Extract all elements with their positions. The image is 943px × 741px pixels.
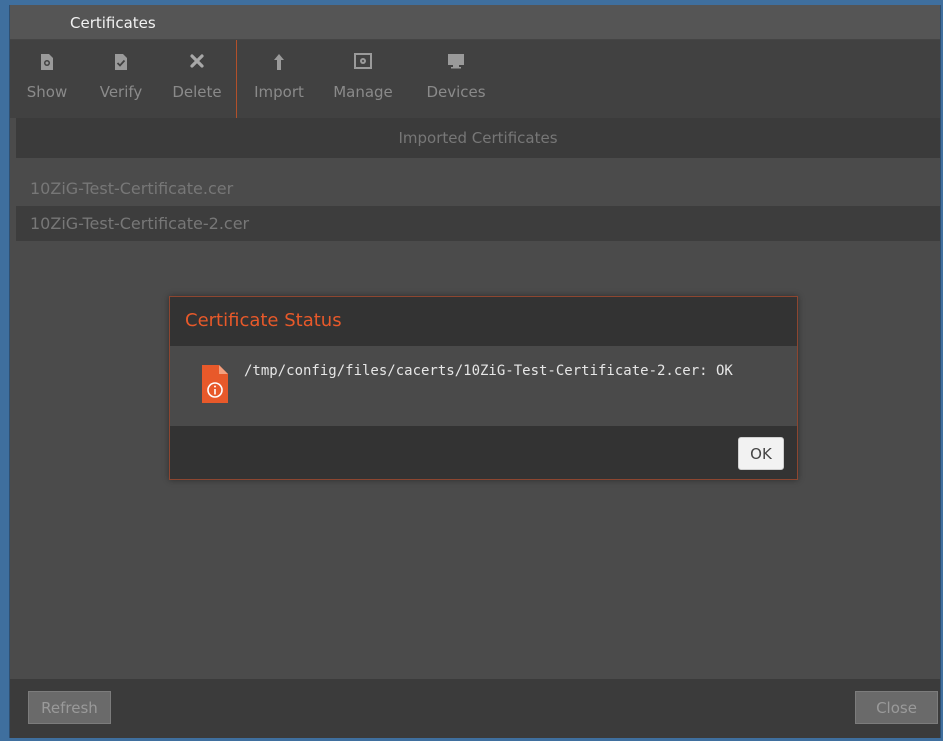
dialog-footer bbox=[170, 426, 797, 479]
import-label: Import bbox=[254, 83, 304, 101]
toolbar: Show Verify Delete Import Manage Devices bbox=[10, 40, 940, 118]
manage-button[interactable]: Manage bbox=[326, 40, 400, 118]
dialog-header: Certificate Status bbox=[170, 297, 797, 346]
certificates-window: Certificates Show Verify Delete Import M… bbox=[9, 5, 941, 738]
manage-label: Manage bbox=[333, 83, 393, 101]
show-label: Show bbox=[26, 83, 68, 101]
arrow-up-icon bbox=[273, 53, 285, 75]
monitor-icon bbox=[447, 53, 465, 73]
refresh-button[interactable]: Refresh bbox=[28, 691, 111, 724]
info-file-icon bbox=[201, 364, 229, 409]
verify-label: Verify bbox=[99, 83, 143, 101]
import-button[interactable]: Import bbox=[250, 40, 308, 118]
devices-button[interactable]: Devices bbox=[420, 40, 492, 118]
title-bar: Certificates bbox=[10, 5, 940, 40]
verify-certificate-icon bbox=[114, 53, 128, 75]
verify-button[interactable]: Verify bbox=[95, 40, 147, 118]
certificate-status-dialog: Certificate Status /tmp/config/files/cac… bbox=[169, 296, 798, 480]
list-item[interactable]: 10ZiG-Test-Certificate-2.cer bbox=[16, 206, 940, 241]
show-certificate-icon bbox=[40, 53, 54, 75]
devices-label: Devices bbox=[426, 83, 486, 101]
list-header: Imported Certificates bbox=[16, 118, 940, 158]
show-button[interactable]: Show bbox=[22, 40, 72, 118]
ok-button[interactable]: OK bbox=[738, 437, 784, 470]
toolbar-separator bbox=[236, 40, 237, 118]
close-icon bbox=[189, 53, 205, 73]
manage-icon bbox=[354, 53, 372, 73]
delete-label: Delete bbox=[172, 83, 222, 101]
close-button[interactable]: Close bbox=[855, 691, 938, 724]
dialog-title: Certificate Status bbox=[185, 310, 342, 331]
dialog-message: /tmp/config/files/cacerts/10ZiG-Test-Cer… bbox=[244, 363, 733, 379]
delete-button[interactable]: Delete bbox=[167, 40, 227, 118]
list-item[interactable]: 10ZiG-Test-Certificate.cer bbox=[16, 171, 940, 206]
window-title: Certificates bbox=[70, 14, 156, 32]
bottom-bar: Refresh Close bbox=[10, 679, 940, 738]
